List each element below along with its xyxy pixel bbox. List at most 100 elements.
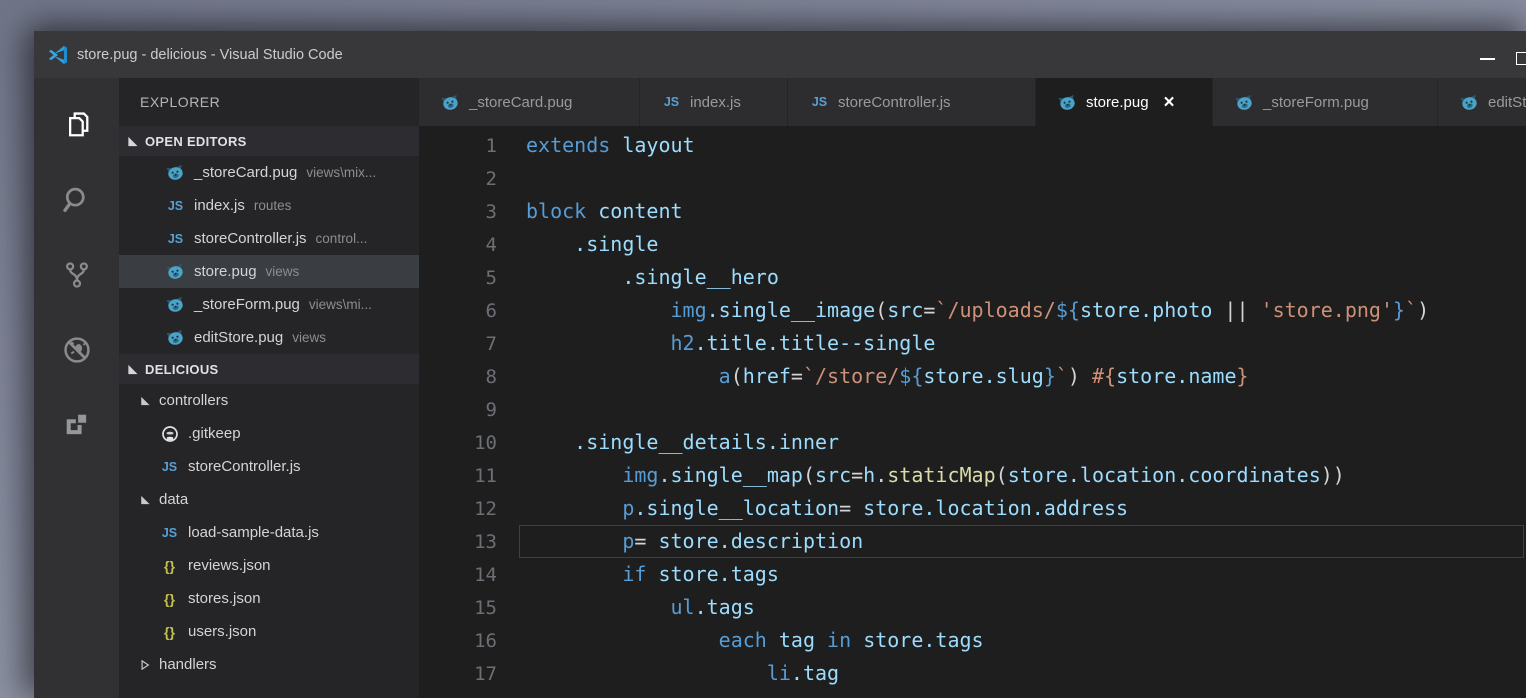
twistie-collapsed-icon [140,660,150,670]
activity-item-search[interactable] [34,162,119,237]
code-line-17[interactable]: 17 li.tag [419,657,1526,690]
code-line-12[interactable]: 12 p.single__location= store.location.ad… [419,492,1526,525]
code-line-10[interactable]: 10 .single__details.inner [419,426,1526,459]
code-line-4[interactable]: 4 .single [419,228,1526,261]
activity-bar [34,78,119,698]
folder-label: handlers [159,656,217,673]
code-line-14[interactable]: 14 if store.tags [419,558,1526,591]
code-line-6[interactable]: 6 img.single__image(src=`/uploads/${stor… [419,294,1526,327]
line-content[interactable] [526,162,1526,195]
line-content[interactable]: .single [526,228,1526,261]
line-content[interactable]: p= store.description [526,525,1526,558]
line-content[interactable]: .single__hero [526,261,1526,294]
tab-label: _storeCard.pug [469,94,572,111]
activity-item-debug[interactable] [34,312,119,387]
open-editors-header[interactable]: OPEN EDITORS [119,126,419,156]
line-number: 14 [419,564,497,586]
maximize-button[interactable] [1516,31,1526,78]
code-line-1[interactable]: 1 extends layout [419,129,1526,162]
line-content[interactable] [526,393,1526,426]
tab-label: editStore.pug [1488,94,1526,111]
activity-item-explorer[interactable] [34,87,119,162]
tab-label: _storeForm.pug [1263,94,1369,111]
line-content[interactable]: a(href=`/store/${store.slug}`) #{store.n… [526,360,1526,393]
activity-item-extensions[interactable] [34,387,119,462]
tab-editStore.pug[interactable]: editStore.pug [1438,78,1526,126]
line-content[interactable]: img.single__map(src=h.staticMap(store.lo… [526,459,1526,492]
pug-file-icon [166,163,185,182]
file-label: storeController.js [194,230,307,247]
activity-item-source-control[interactable] [34,237,119,312]
open-editors-label: OPEN EDITORS [145,134,247,149]
line-content[interactable]: ul.tags [526,591,1526,624]
open-editor-storeController.js[interactable]: JS storeController.js control... [119,222,419,255]
open-editor-_storeForm.pug[interactable]: _storeForm.pug views\mi... [119,288,419,321]
open-editor-store.pug[interactable]: store.pug views [119,255,419,288]
file-stores.json[interactable]: {}stores.json [119,582,419,615]
open-editor-index.js[interactable]: JS index.js routes [119,189,419,222]
folder-controllers[interactable]: controllers [119,384,419,417]
js-file-icon: JS [162,526,177,540]
line-number: 6 [419,300,497,322]
line-number: 8 [419,366,497,388]
line-content[interactable]: p.single__location= store.location.addre… [526,492,1526,525]
tab-_storeForm.pug[interactable]: _storeForm.pug [1213,78,1437,126]
open-editor-editStore.pug[interactable]: editStore.pug views [119,321,419,354]
editor-group: _storeCard.pug JS index.js JS storeContr… [419,78,1526,698]
file-users.json[interactable]: {}users.json [119,615,419,648]
code-editor[interactable]: 1 extends layout 2 3 block content 4 .si… [419,126,1526,698]
line-number: 10 [419,432,497,454]
line-number: 4 [419,234,497,256]
code-line-8[interactable]: 8 a(href=`/store/${store.slug}`) #{store… [419,360,1526,393]
minimize-button[interactable] [1465,31,1509,78]
tab-store.pug[interactable]: store.pug × [1036,78,1212,126]
twistie-expanded-icon [127,364,138,375]
code-line-5[interactable]: 5 .single__hero [419,261,1526,294]
code-line-2[interactable]: 2 [419,162,1526,195]
folder-data[interactable]: data [119,483,419,516]
tab-label: storeController.js [838,94,951,111]
line-content[interactable]: block content [526,195,1526,228]
twistie-expanded-icon [127,136,138,147]
file-label: store.pug [194,263,257,280]
line-content[interactable]: each tag in store.tags [526,624,1526,657]
file-path: views\mi... [309,297,372,312]
folder-label: data [159,491,188,508]
tab-storeController.js[interactable]: JS storeController.js [788,78,1035,126]
code-line-9[interactable]: 9 [419,393,1526,426]
folder-handlers[interactable]: handlers [119,648,419,681]
tab-index.js[interactable]: JS index.js [640,78,787,126]
file-path: views [292,330,326,345]
file-storeController.js[interactable]: JSstoreController.js [119,450,419,483]
line-content[interactable]: extends layout [526,129,1526,162]
json-file-icon: {} [164,591,175,607]
project-header[interactable]: DELICIOUS [119,354,419,384]
tab-_storeCard.pug[interactable]: _storeCard.pug [419,78,639,126]
line-content[interactable]: img.single__image(src=`/uploads/${store.… [526,294,1526,327]
line-content[interactable]: if store.tags [526,558,1526,591]
line-number: 2 [419,168,497,190]
line-number: 9 [419,399,497,421]
line-content[interactable]: h2.title.title--single [526,327,1526,360]
pug-file-icon [166,295,185,314]
code-line-13[interactable]: 13 p= store.description [419,525,1526,558]
open-editor-_storeCard.pug[interactable]: _storeCard.pug views\mix... [119,156,419,189]
line-content[interactable]: li.tag [526,657,1526,690]
file-reviews.json[interactable]: {}reviews.json [119,549,419,582]
code-line-11[interactable]: 11 img.single__map(src=h.staticMap(store… [419,459,1526,492]
line-content[interactable]: .single__details.inner [526,426,1526,459]
code-line-3[interactable]: 3 block content [419,195,1526,228]
js-file-icon: JS [168,232,183,246]
pug-file-icon [1235,93,1254,112]
code-line-15[interactable]: 15 ul.tags [419,591,1526,624]
file-load-sample-data.js[interactable]: JSload-sample-data.js [119,516,419,549]
json-file-icon: {} [164,624,175,640]
main-area: EXPLORER OPEN EDITORS _storeCard.pug vie… [34,78,1526,698]
file-.gitkeep[interactable]: .gitkeep [119,417,419,450]
tab-close-icon[interactable]: × [1164,93,1175,112]
code-line-7[interactable]: 7 h2.title.title--single [419,327,1526,360]
file-label: _storeForm.pug [194,296,300,313]
code-line-16[interactable]: 16 each tag in store.tags [419,624,1526,657]
file-tree: controllers .gitkeep JSstoreController.j… [119,384,419,681]
line-number: 5 [419,267,497,289]
